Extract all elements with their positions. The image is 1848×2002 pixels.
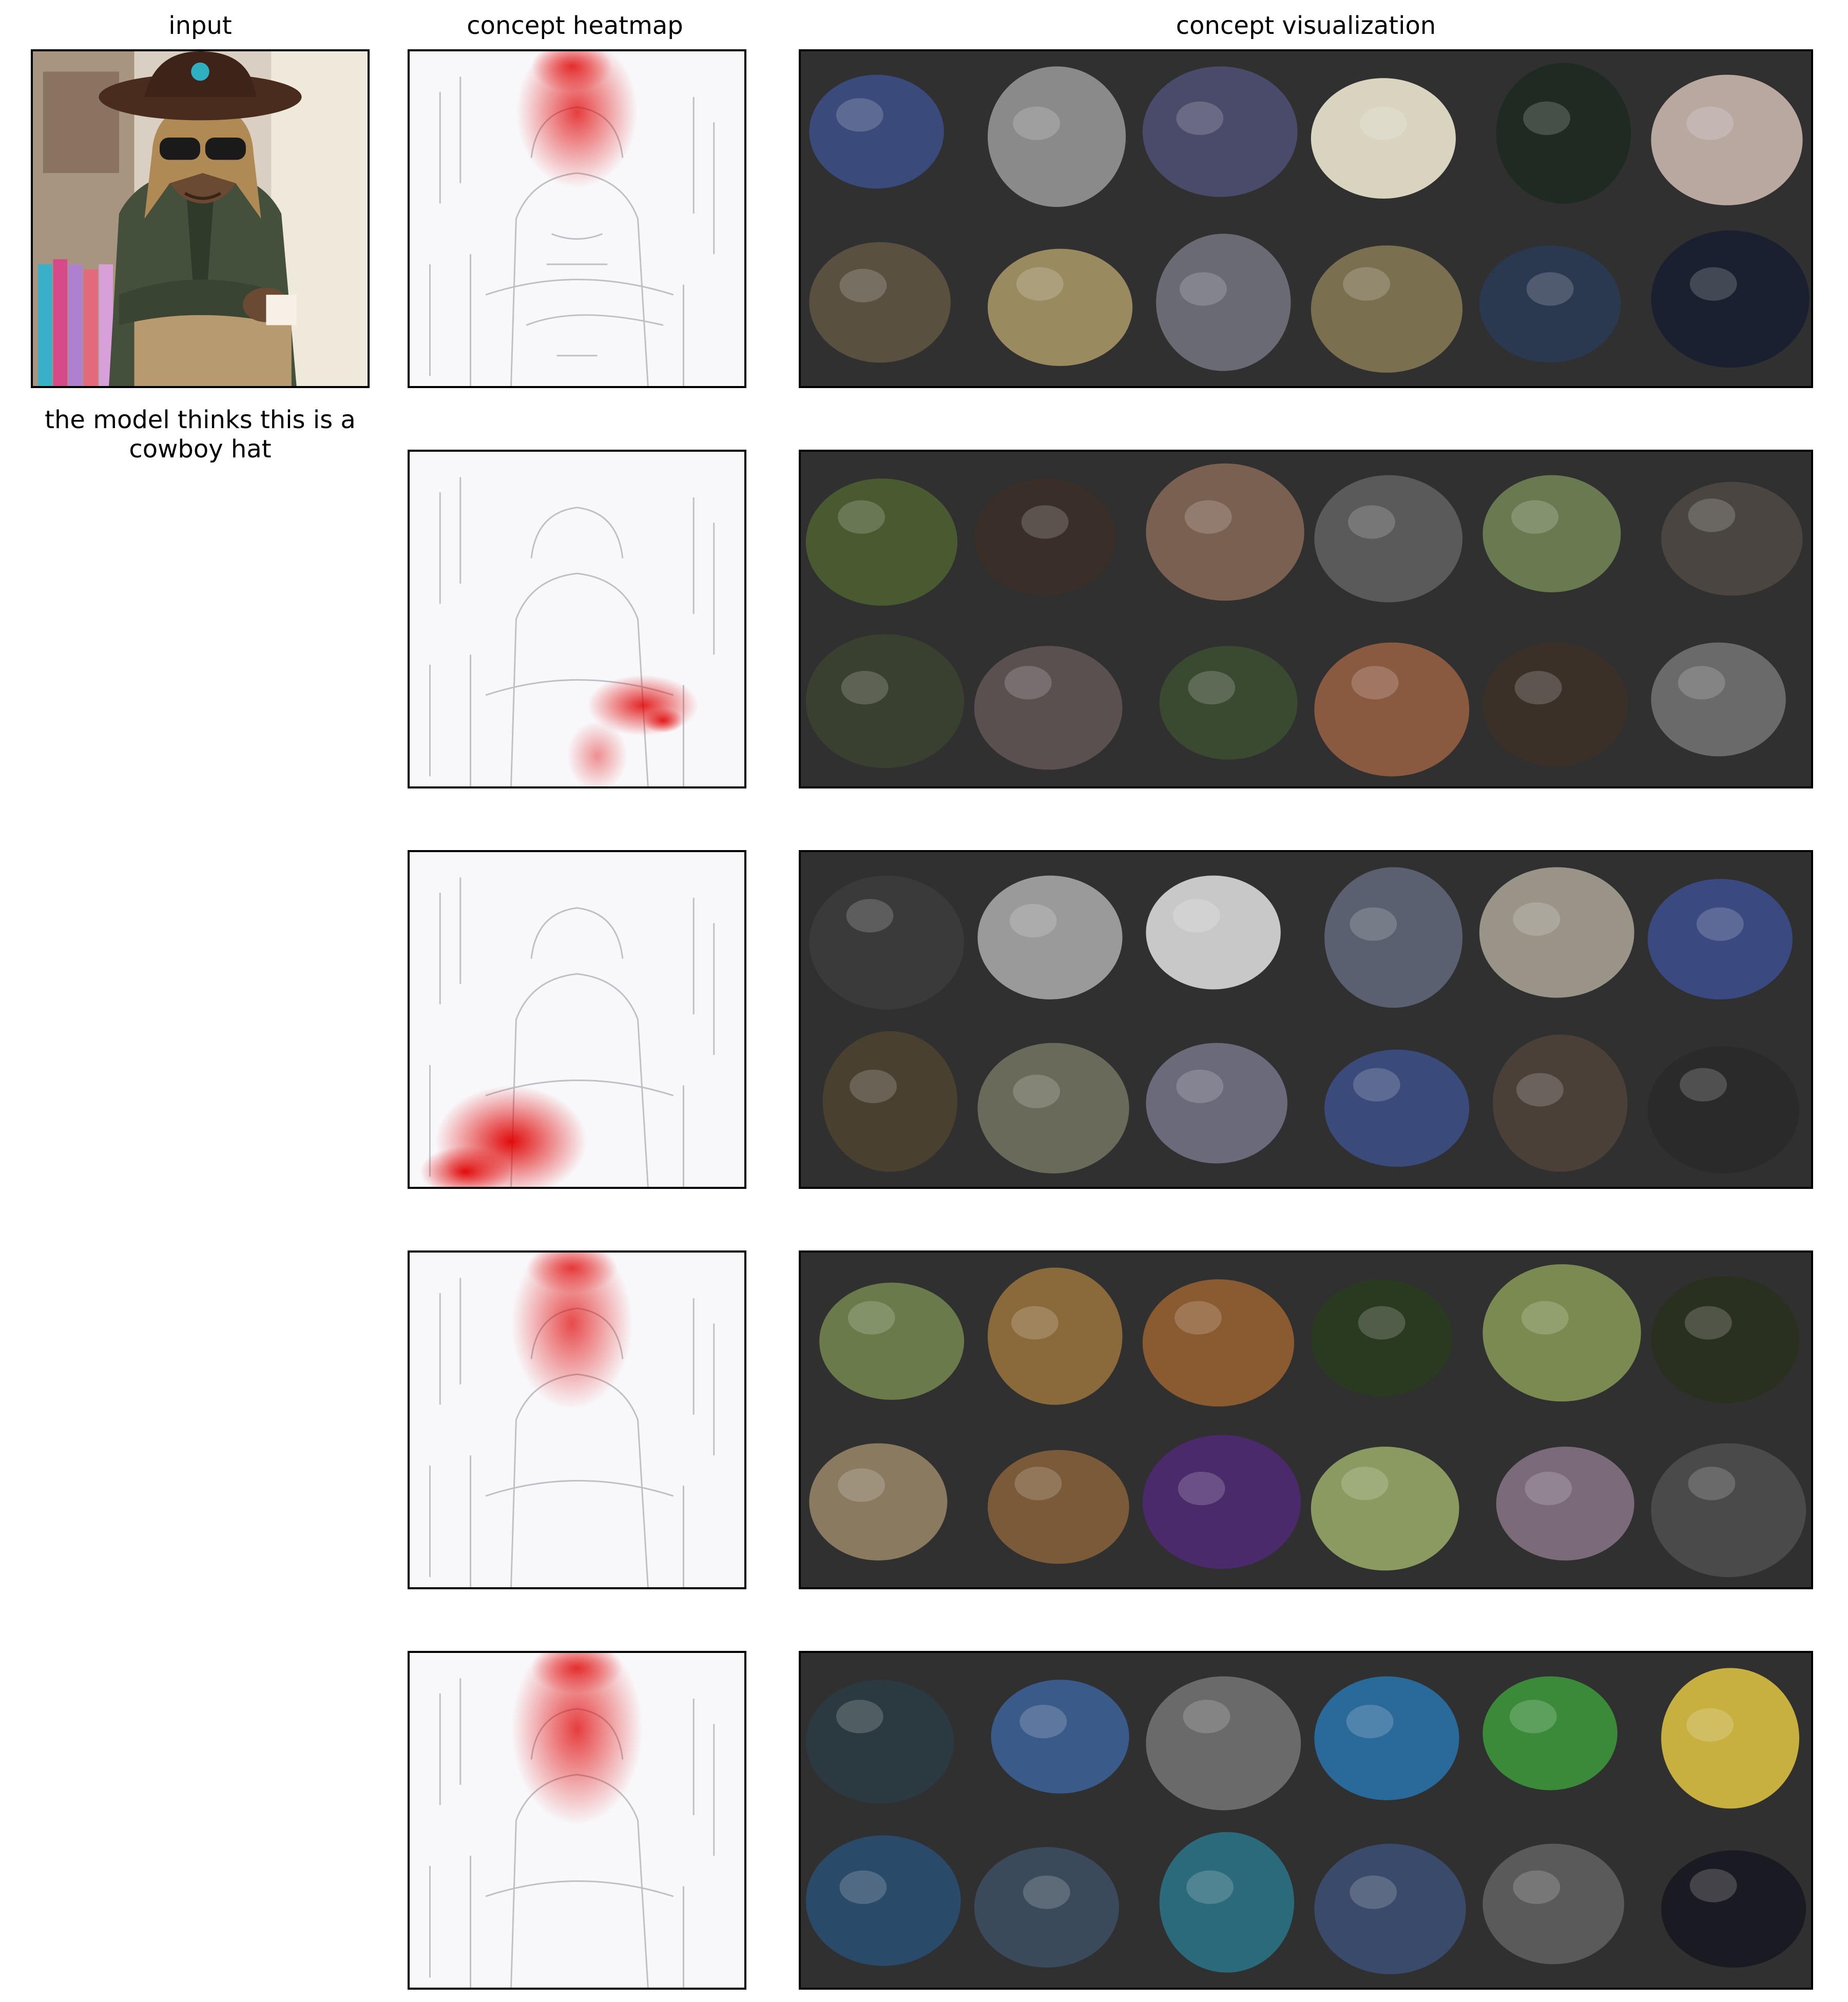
concept-example-tile (969, 452, 1138, 619)
concept-example-tile (801, 1019, 969, 1187)
concept-example-tile (1643, 1019, 1811, 1187)
concept-example-tile (1474, 1420, 1643, 1587)
concept-example-tile (1306, 1653, 1474, 1820)
concept-example-tile (1306, 51, 1474, 219)
concept-heatmap-2 (408, 450, 746, 788)
concept-example-tile (969, 1019, 1138, 1187)
concept-example-tile (1643, 619, 1811, 786)
concept-example-tile (969, 619, 1138, 786)
concept-example-tile (1138, 619, 1306, 786)
concept-example-tile (1138, 852, 1306, 1019)
concept-example-tile (1306, 219, 1474, 386)
concept-visualization-1 (799, 49, 1813, 388)
concept-example-tile (1643, 852, 1811, 1019)
heatmap-column-title: concept heatmap (467, 11, 683, 40)
concept-example-tile (1474, 1820, 1643, 1988)
concept-heatmap-1 (408, 49, 746, 388)
concept-example-tile (1474, 1653, 1643, 1820)
concept-example-tile (1474, 852, 1643, 1019)
concept-example-tile (1138, 51, 1306, 219)
concept-example-tile (1643, 1820, 1811, 1988)
concept-heatmap-3 (408, 850, 746, 1189)
concept-visualization-4 (799, 1250, 1813, 1589)
concept-example-tile (1306, 452, 1474, 619)
concept-example-tile (969, 1420, 1138, 1587)
concept-example-tile (801, 1253, 969, 1420)
concept-example-tile (1306, 1820, 1474, 1988)
concept-example-tile (1138, 452, 1306, 619)
concept-example-tile (969, 1653, 1138, 1820)
concept-example-tile (1306, 619, 1474, 786)
concept-example-tile (1643, 219, 1811, 386)
concept-example-tile (1474, 219, 1643, 386)
concept-visualization-2 (799, 450, 1813, 788)
concept-example-tile (969, 1253, 1138, 1420)
concept-example-tile (969, 1820, 1138, 1988)
concept-example-tile (801, 1420, 969, 1587)
concept-example-tile (1643, 1253, 1811, 1420)
concept-heatmap-5 (408, 1651, 746, 1990)
concept-example-tile (1138, 1019, 1306, 1187)
concept-example-tile (1474, 1253, 1643, 1420)
concept-example-tile (801, 51, 969, 219)
input-image (31, 49, 370, 388)
concept-example-tile (801, 1820, 969, 1988)
concept-example-tile (1474, 51, 1643, 219)
concept-example-tile (969, 219, 1138, 386)
concept-visualization-5 (799, 1651, 1813, 1990)
concept-example-tile (1306, 1420, 1474, 1587)
concept-example-tile (1643, 51, 1811, 219)
concept-example-tile (1138, 1653, 1306, 1820)
concept-example-tile (1474, 619, 1643, 786)
concept-example-tile (801, 452, 969, 619)
concept-example-tile (1643, 1653, 1811, 1820)
concept-example-tile (969, 852, 1138, 1019)
concept-example-tile (1138, 1820, 1306, 1988)
concept-example-tile (969, 51, 1138, 219)
concept-example-tile (1138, 219, 1306, 386)
concept-example-tile (1138, 1253, 1306, 1420)
concept-example-tile (801, 219, 969, 386)
concept-example-tile (1306, 1019, 1474, 1187)
concept-example-tile (1138, 1420, 1306, 1587)
concept-example-tile (1306, 852, 1474, 1019)
prediction-caption: the model thinks this is a cowboy hat (45, 406, 356, 464)
concept-example-tile (1474, 452, 1643, 619)
concept-example-tile (1643, 1420, 1811, 1587)
concept-example-tile (1474, 1019, 1643, 1187)
concept-example-tile (801, 1653, 969, 1820)
concept-example-tile (1306, 1253, 1474, 1420)
concept-example-tile (1643, 452, 1811, 619)
concept-example-tile (801, 619, 969, 786)
visualization-column-title: concept visualization (1176, 11, 1436, 40)
concept-visualization-3 (799, 850, 1813, 1189)
concept-heatmap-4 (408, 1250, 746, 1589)
concept-example-tile (801, 852, 969, 1019)
input-column-title: input (168, 11, 232, 40)
